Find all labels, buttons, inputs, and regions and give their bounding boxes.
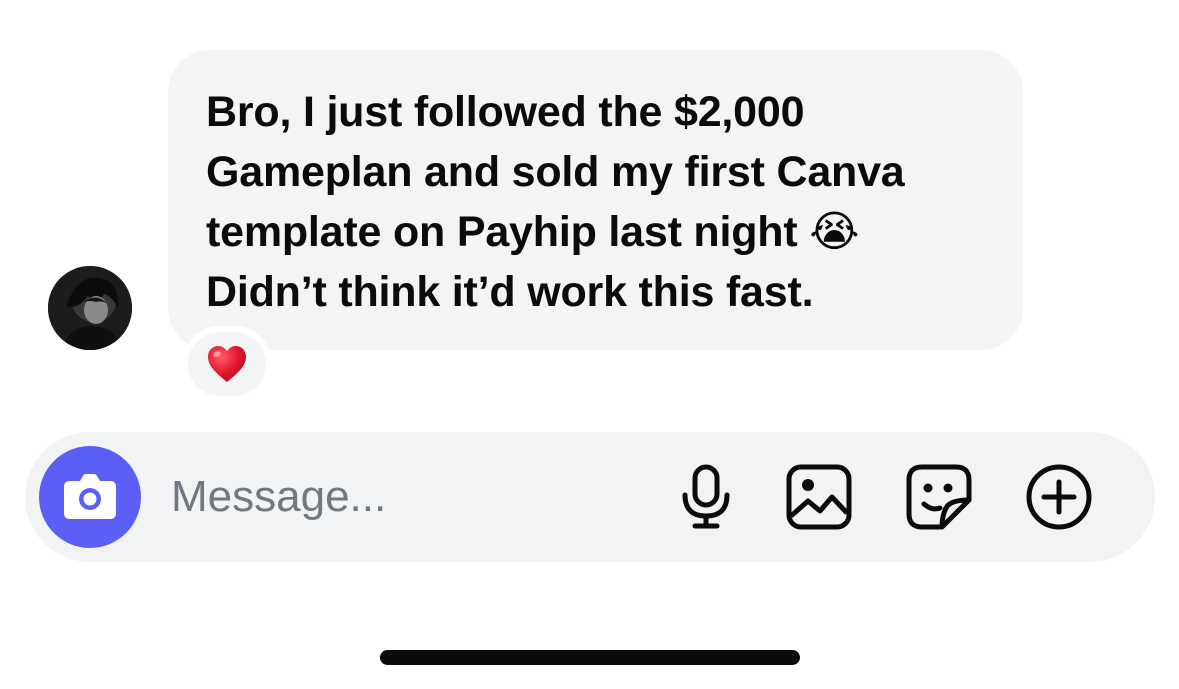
message-input[interactable] <box>171 462 651 532</box>
message-line: Didn’t think it’d work this fast. <box>206 268 814 316</box>
microphone-button[interactable] <box>668 459 744 535</box>
heart-icon <box>208 346 246 382</box>
sticker-button[interactable] <box>901 459 977 535</box>
camera-button[interactable] <box>39 446 141 548</box>
avatar-image <box>48 266 132 350</box>
message-bubble[interactable]: Bro, I just followed the $2,000 Gameplan… <box>168 50 1023 350</box>
gallery-icon <box>786 464 852 530</box>
sticker-icon <box>906 464 972 530</box>
home-indicator[interactable] <box>380 650 800 665</box>
message-line: template on Payhip last night 😭 <box>206 208 860 256</box>
heart-reaction[interactable] <box>182 326 272 402</box>
message-line: Bro, I just followed the $2,000 <box>206 88 805 136</box>
more-button[interactable] <box>1021 459 1097 535</box>
message-line: Gameplan and sold my first Canva <box>206 148 905 196</box>
sender-avatar[interactable] <box>48 266 132 350</box>
gallery-button[interactable] <box>781 459 857 535</box>
plus-icon <box>1026 464 1092 530</box>
dm-thread-screen: Bro, I just followed the $2,000 Gameplan… <box>0 0 1179 689</box>
message-composer <box>25 432 1155 562</box>
camera-icon <box>64 474 116 519</box>
message-text: Bro, I just followed the $2,000 Gameplan… <box>206 82 993 322</box>
microphone-icon <box>682 464 730 529</box>
